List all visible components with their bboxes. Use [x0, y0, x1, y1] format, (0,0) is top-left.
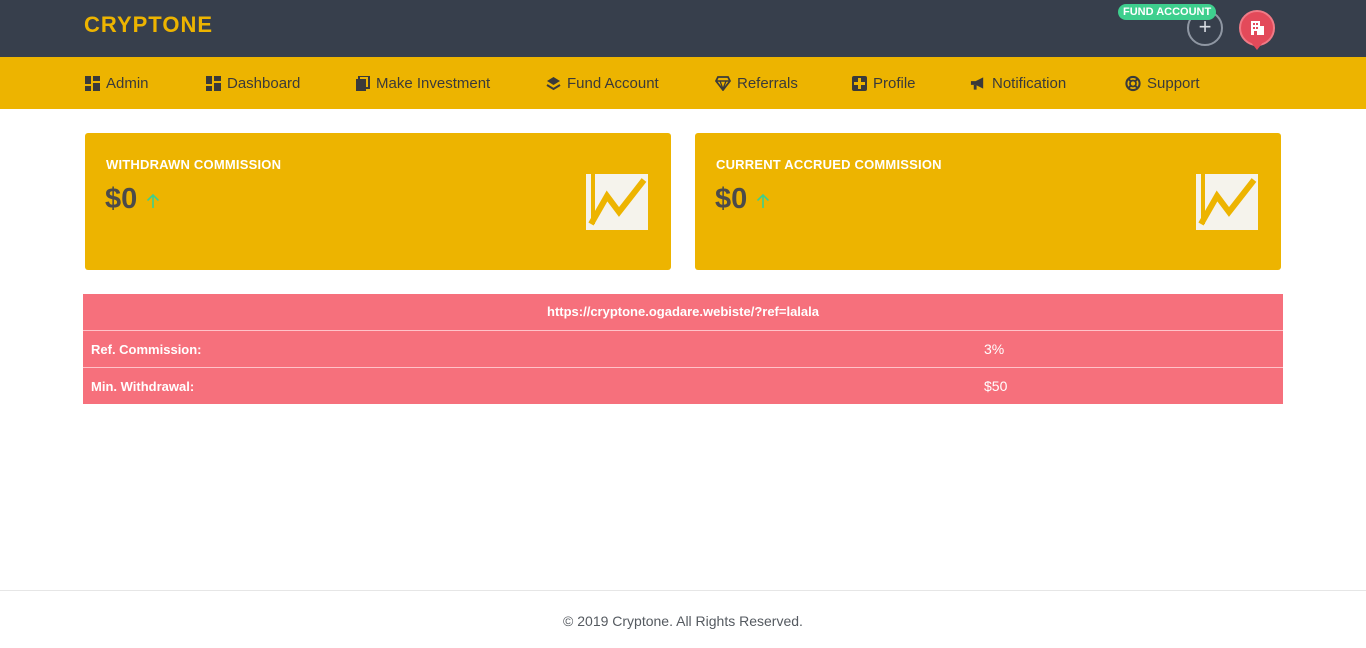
building-icon — [1251, 21, 1264, 35]
ref-commission-value: 3% — [984, 341, 1005, 357]
nav-item-dashboard[interactable]: Dashboard — [205, 57, 300, 109]
table-row: Min. Withdrawal: $50 — [83, 368, 1283, 404]
withdrawn-commission-card: WITHDRAWN COMMISSION $0 — [85, 133, 671, 270]
diamond-icon — [715, 75, 731, 91]
fund-account-badge[interactable]: FUND ACCOUNT — [1118, 4, 1217, 20]
nav-item-fund-account[interactable]: Fund Account — [545, 57, 659, 109]
card-value: $0 — [715, 183, 748, 215]
layers-icon — [545, 75, 561, 91]
arrow-up-icon — [756, 193, 770, 208]
nav-label: Support — [1147, 74, 1200, 92]
min-withdrawal-label: Min. Withdrawal: — [91, 379, 195, 394]
footer: © 2019 Cryptone. All Rights Reserved. — [0, 590, 1366, 648]
arrow-up-icon — [146, 193, 160, 208]
min-withdrawal-value: $50 — [984, 378, 1008, 394]
main-nav: Admin Dashboard Make Investment Fund Acc… — [0, 57, 1366, 109]
chart-line-icon — [586, 174, 648, 230]
nav-label: Profile — [873, 74, 916, 92]
nav-item-support[interactable]: Support — [1125, 57, 1200, 109]
user-box-icon — [851, 75, 867, 91]
nav-item-notification[interactable]: Notification — [970, 57, 1066, 109]
nav-label: Admin — [106, 74, 149, 92]
nav-label: Notification — [992, 74, 1067, 92]
copyright-text: © 2019 Cryptone. All Rights Reserved. — [563, 613, 803, 629]
nav-label: Referrals — [737, 74, 798, 92]
book-icon — [354, 75, 370, 91]
card-value: $0 — [105, 183, 138, 215]
nav-label: Fund Account — [567, 74, 659, 92]
table-row: Ref. Commission: 3% — [83, 331, 1283, 368]
card-title: WITHDRAWN COMMISSION — [106, 157, 282, 172]
avatar-pointer — [1250, 41, 1264, 50]
nav-label: Make Investment — [376, 74, 491, 92]
current-accrued-commission-card: CURRENT ACCRUED COMMISSION $0 — [695, 133, 1281, 270]
nav-item-profile[interactable]: Profile — [851, 57, 916, 109]
nav-label: Dashboard — [227, 74, 301, 92]
brand-logo[interactable]: CRYPTONE — [84, 12, 213, 38]
megaphone-icon — [970, 75, 986, 91]
lifebuoy-icon — [1125, 75, 1141, 91]
ref-commission-label: Ref. Commission: — [91, 342, 202, 357]
nav-item-make-investment[interactable]: Make Investment — [354, 57, 490, 109]
referral-link[interactable]: https://cryptone.ogadare.webiste/?ref=la… — [83, 304, 1283, 319]
dashboard-icon — [205, 75, 221, 91]
nav-item-admin[interactable]: Admin — [84, 57, 149, 109]
card-title: CURRENT ACCRUED COMMISSION — [716, 157, 942, 172]
referral-table: https://cryptone.ogadare.webiste/?ref=la… — [83, 294, 1283, 404]
dashboard-icon — [84, 75, 100, 91]
nav-item-referrals[interactable]: Referrals — [715, 57, 798, 109]
top-header: CRYPTONE + FUND ACCOUNT — [0, 0, 1366, 57]
chart-line-icon — [1196, 174, 1258, 230]
referral-link-row: https://cryptone.ogadare.webiste/?ref=la… — [83, 294, 1283, 331]
